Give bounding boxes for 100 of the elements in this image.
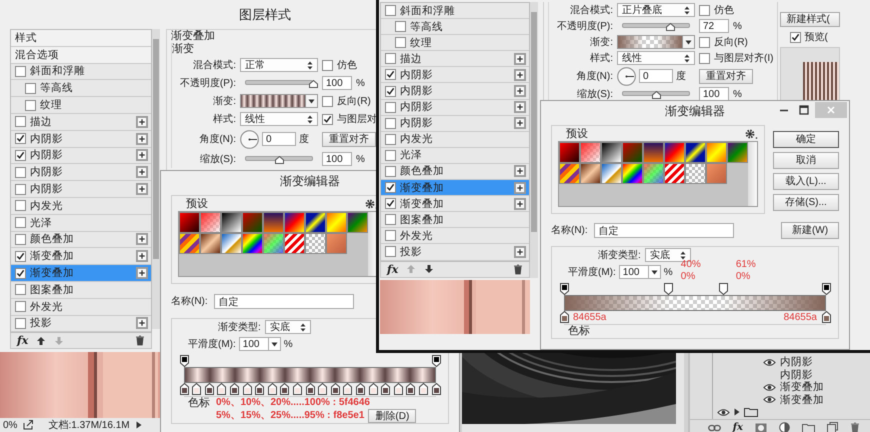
checkbox[interactable]: [385, 182, 396, 194]
color-stop[interactable]: [822, 311, 830, 323]
checkbox[interactable]: [385, 198, 396, 210]
color-stop[interactable]: [356, 383, 365, 395]
style-list-item[interactable]: 内阴影: [11, 130, 151, 148]
preset-swatch[interactable]: [706, 142, 727, 163]
mask-icon[interactable]: [755, 422, 767, 432]
color-stop[interactable]: [318, 383, 328, 395]
preset-swatch[interactable]: [263, 233, 284, 254]
preset-swatch[interactable]: [221, 233, 242, 254]
checkbox[interactable]: [15, 318, 26, 329]
color-stop[interactable]: [280, 383, 290, 395]
add-button[interactable]: [136, 166, 148, 178]
style-dropdown[interactable]: 线性: [240, 112, 318, 126]
style-list-item[interactable]: 混合选项: [11, 46, 151, 64]
effects-button[interactable]: fx: [387, 262, 398, 276]
effects-button[interactable]: fx: [732, 422, 743, 432]
checkbox[interactable]: [699, 52, 710, 64]
scale-field[interactable]: 100: [699, 87, 729, 101]
updown-arrow-icon[interactable]: [684, 6, 690, 14]
caret-icon[interactable]: [308, 98, 315, 104]
preset-swatch[interactable]: [326, 233, 347, 254]
folder-icon[interactable]: [802, 422, 815, 432]
add-button[interactable]: [514, 246, 526, 258]
preset-swatch[interactable]: [347, 212, 368, 233]
color-stop[interactable]: [330, 383, 340, 395]
layer-effect-name[interactable]: 渐变叠加: [780, 392, 824, 407]
checkbox[interactable]: [385, 134, 396, 145]
updown-arrow-icon[interactable]: [307, 114, 313, 124]
color-stop[interactable]: [192, 383, 202, 395]
caret-icon[interactable]: [685, 40, 692, 44]
style-list-item[interactable]: 投影: [381, 244, 529, 260]
down-arrow-icon[interactable]: [424, 264, 434, 274]
dialog-button[interactable]: 取消: [773, 152, 839, 169]
style-list-item[interactable]: 内阴影: [11, 148, 151, 164]
dialog-button[interactable]: 存储(S)...: [773, 194, 839, 211]
checkbox[interactable]: [25, 100, 36, 111]
checkbox[interactable]: [790, 32, 802, 42]
maximize-icon[interactable]: [799, 105, 809, 115]
color-stop[interactable]: [418, 383, 428, 395]
scrollbar[interactable]: [462, 424, 684, 432]
preset-swatch[interactable]: [242, 212, 263, 233]
checkbox[interactable]: [385, 166, 396, 177]
angle-dial[interactable]: [240, 130, 259, 148]
preset-swatch[interactable]: [179, 212, 200, 233]
checkbox[interactable]: [699, 36, 710, 48]
effects-button[interactable]: fx: [17, 334, 28, 348]
style-list-item[interactable]: 纹理: [381, 35, 529, 52]
eye-icon[interactable]: [763, 382, 776, 392]
preset-swatch[interactable]: [685, 163, 706, 184]
eye-icon[interactable]: [763, 395, 776, 404]
style-list-item[interactable]: 纹理: [11, 97, 151, 114]
new-button[interactable]: 新建(W): [781, 222, 839, 238]
preset-swatch[interactable]: [727, 142, 748, 163]
export-icon[interactable]: [23, 420, 34, 430]
preset-swatch[interactable]: [643, 142, 664, 163]
add-button[interactable]: [514, 117, 526, 130]
style-list-item[interactable]: 内阴影: [381, 67, 529, 84]
gradient-picker[interactable]: [617, 35, 695, 49]
minimize-icon[interactable]: [779, 108, 789, 112]
color-stop[interactable]: [406, 383, 416, 395]
adjustment-icon[interactable]: [779, 422, 790, 432]
preset-swatch[interactable]: [242, 233, 263, 254]
checkbox[interactable]: [385, 118, 396, 129]
style-list-item[interactable]: 内阴影: [11, 164, 151, 182]
opacity-stop[interactable]: [432, 355, 440, 367]
gradient-bar[interactable]: [184, 367, 436, 383]
style-list-item[interactable]: 图案叠加: [381, 212, 529, 228]
gradient-type-dropdown[interactable]: 实底: [264, 320, 311, 334]
checkbox[interactable]: [699, 4, 710, 16]
color-stop[interactable]: [180, 383, 188, 395]
checkbox[interactable]: [395, 37, 406, 48]
checkbox[interactable]: [322, 96, 333, 106]
preset-swatch[interactable]: [179, 233, 200, 254]
opacity-field[interactable]: 100: [322, 76, 352, 90]
gradient-picker[interactable]: [240, 94, 318, 108]
dialog-button[interactable]: 确定: [773, 131, 839, 148]
add-button[interactable]: [514, 101, 526, 114]
layer-effect-name[interactable]: 渐变叠加: [780, 380, 824, 394]
checkbox[interactable]: [15, 268, 26, 279]
add-button[interactable]: [136, 267, 148, 280]
preset-swatch[interactable]: [685, 142, 706, 163]
style-list-item[interactable]: 等高线: [11, 80, 151, 98]
updown-arrow-icon[interactable]: [680, 250, 686, 260]
style-list-item[interactable]: 外发光: [11, 298, 151, 316]
preset-swatch[interactable]: [664, 142, 685, 163]
gradient-bar[interactable]: [564, 295, 826, 311]
preset-swatch[interactable]: [305, 212, 326, 233]
checkbox[interactable]: [385, 150, 396, 161]
trash-icon[interactable]: [513, 264, 523, 274]
style-list-item[interactable]: 外发光: [381, 228, 529, 244]
preset-swatch[interactable]: [263, 212, 284, 233]
color-stop[interactable]: [343, 383, 352, 395]
reset-button[interactable]: 重置对齐: [699, 68, 753, 84]
opacity-stop[interactable]: [180, 355, 188, 367]
add-button[interactable]: [136, 250, 148, 262]
trash-icon[interactable]: [850, 422, 860, 432]
preset-swatch[interactable]: [221, 212, 242, 233]
style-list-item[interactable]: 图案叠加: [11, 282, 151, 299]
color-stop[interactable]: [230, 383, 239, 395]
